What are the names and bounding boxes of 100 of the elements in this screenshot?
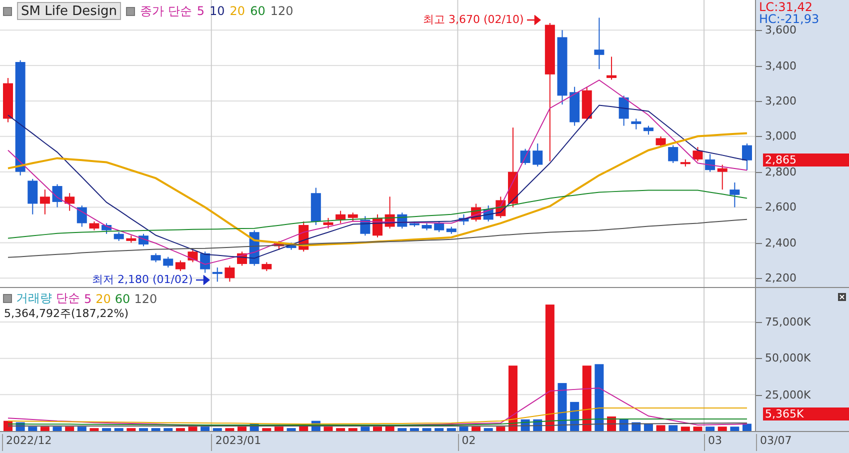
date-label: 03: [704, 434, 722, 451]
bar: [594, 364, 604, 431]
candlestick: [323, 217, 334, 230]
panel-handle-icon[interactable]: [3, 294, 12, 303]
moving-average-period: 5: [196, 4, 205, 18]
candlestick: [742, 143, 752, 171]
bar: [200, 426, 210, 431]
candlestick: [336, 210, 346, 224]
candlestick: [631, 118, 642, 130]
candlestick: [175, 260, 186, 272]
bar: [718, 426, 727, 431]
bar: [138, 428, 148, 431]
date-label: 2023/01: [211, 434, 262, 451]
candlestick: [76, 205, 87, 228]
bar: [508, 366, 518, 431]
candlestick: [606, 56, 617, 80]
bar: [90, 428, 99, 431]
candlestick: [692, 146, 703, 162]
current-price-label: 2,865: [763, 154, 849, 167]
bar: [410, 428, 419, 431]
candlestick: [52, 184, 62, 208]
bar: [668, 425, 678, 431]
current-volume-label: 5,365K: [763, 408, 849, 420]
indicator-label: 거래량: [16, 290, 52, 307]
bar: [496, 426, 506, 431]
moving-average-period: 5: [84, 292, 92, 306]
bar: [706, 426, 715, 431]
candlestick: [717, 164, 728, 190]
moving-average-period: 60: [250, 4, 266, 18]
bar: [582, 366, 592, 431]
bar: [114, 428, 124, 431]
hc-value: HC:-21,93: [759, 12, 820, 26]
bar: [188, 426, 198, 431]
bar: [324, 426, 333, 431]
axis-tick-label: 2,800: [765, 165, 796, 178]
axis-tick-label: 3,400: [765, 59, 796, 72]
moving-average-period: 20: [96, 292, 111, 306]
axis-tick-label: 2,400: [765, 236, 796, 250]
volume-summary: 5,364,792주(187,22%): [4, 306, 129, 321]
bar: [77, 426, 86, 431]
candlestick: [594, 17, 604, 70]
date-label: 2022/12: [2, 434, 52, 451]
bar: [164, 428, 173, 431]
bar: [102, 428, 112, 431]
axis-tick-label: 2,200: [765, 272, 796, 285]
axis-tick-label: 75,000K: [765, 316, 811, 328]
high-price-note: 최고 3,670 (02/10): [423, 12, 524, 27]
axis-tick-label: 50,000K: [765, 352, 811, 365]
bar: [65, 426, 74, 431]
bar: [225, 428, 234, 431]
bar: [212, 428, 222, 431]
bar: [422, 428, 432, 431]
bar: [348, 428, 358, 431]
bar: [262, 428, 272, 431]
panel-handle-icon[interactable]: [3, 6, 12, 16]
indicator-method: 단순: [56, 290, 80, 307]
bar: [336, 428, 346, 431]
close-icon[interactable]: [838, 293, 846, 301]
bar: [176, 428, 185, 431]
lc-value: LC:31,42: [759, 0, 812, 14]
panel-handle-icon[interactable]: [126, 6, 136, 16]
low-price-note: 최저 2,180 (01/02): [92, 272, 193, 287]
bar: [151, 428, 160, 431]
candlestick: [188, 249, 198, 263]
bar: [360, 426, 370, 431]
bar: [446, 428, 456, 431]
stock-name-button[interactable]: SM Life Design: [17, 2, 122, 20]
bar: [644, 424, 653, 431]
candlestick: [40, 189, 50, 215]
bar: [680, 426, 690, 431]
bar: [52, 426, 62, 431]
candlestick: [224, 265, 235, 282]
bar: [434, 428, 444, 431]
bar: [373, 426, 382, 431]
bar: [619, 419, 628, 431]
arrow-icon: [196, 274, 210, 284]
candlestick: [730, 182, 740, 208]
candlestick: [64, 192, 75, 212]
bar: [656, 425, 666, 431]
indicator-label: 종가 단순: [140, 2, 192, 20]
bar: [274, 426, 284, 431]
bar: [28, 426, 38, 431]
bar: [730, 426, 740, 431]
candlestick: [668, 144, 678, 164]
candlestick: [434, 220, 444, 233]
bar: [545, 304, 554, 431]
bar: [459, 426, 468, 431]
axis-tick-label: 2,600: [765, 200, 796, 214]
bar: [742, 424, 752, 431]
last-date-label: 03/07: [756, 434, 792, 451]
bar: [238, 426, 247, 431]
bar: [484, 428, 493, 431]
bar: [126, 428, 136, 431]
candlestick: [28, 178, 38, 215]
bar: [286, 428, 296, 431]
moving-average-period: 20: [230, 4, 246, 18]
candlestick: [618, 95, 629, 126]
moving-average-period: 120: [270, 4, 294, 18]
arrow-icon: [526, 14, 541, 24]
candlestick: [532, 143, 543, 168]
